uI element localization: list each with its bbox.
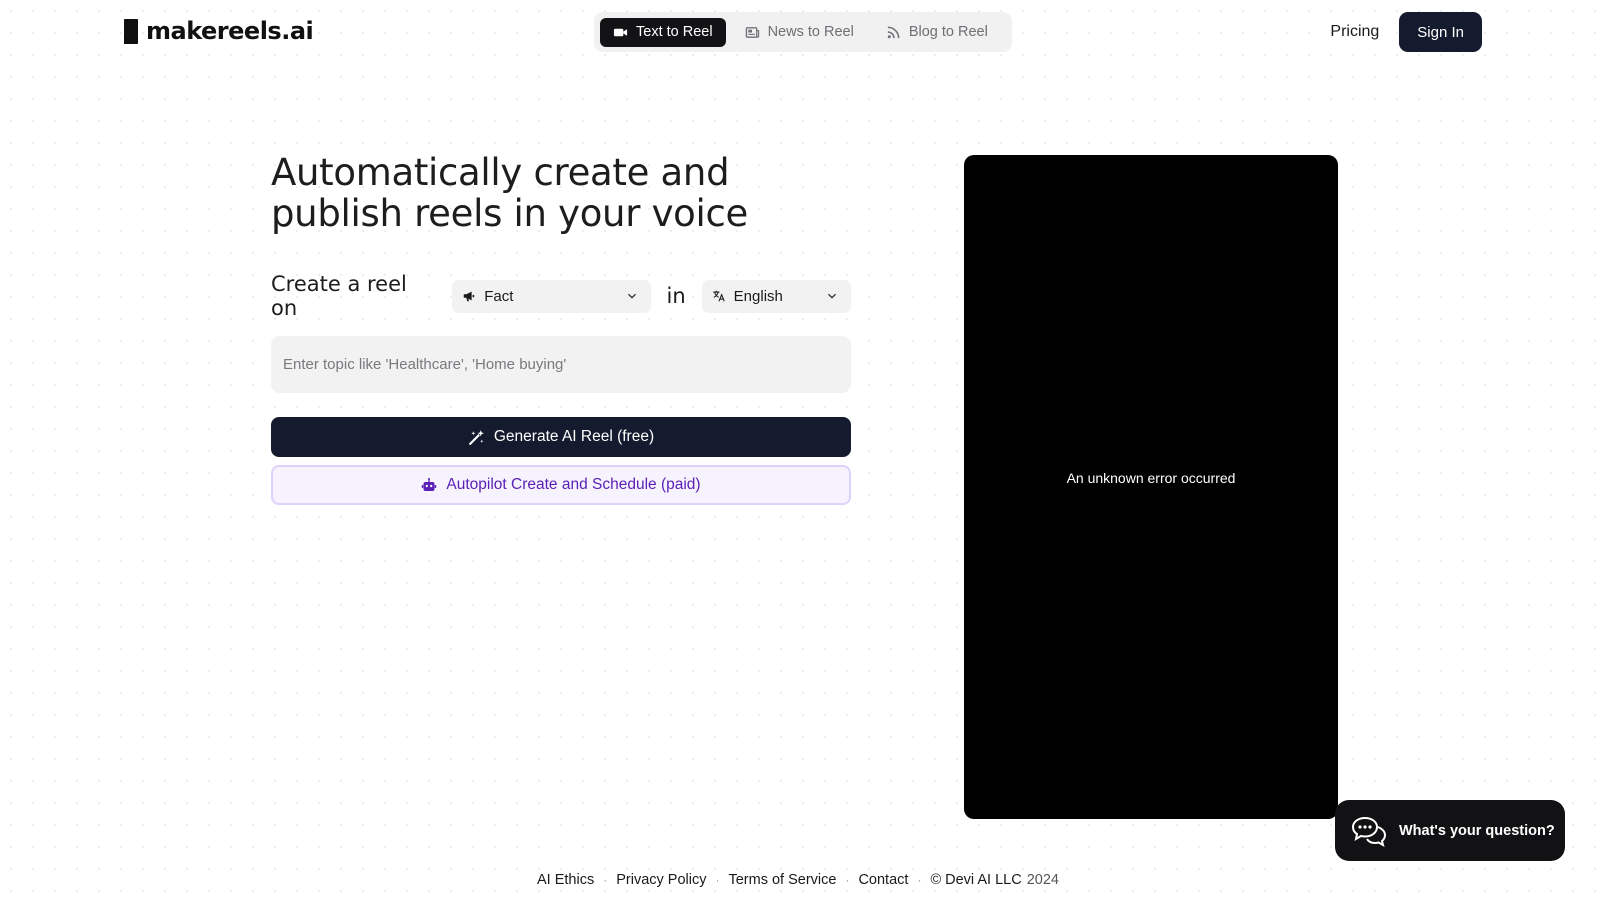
page-headline: Automatically create and publish reels i… — [271, 151, 748, 235]
footer-copyright: © Devi AI LLC — [930, 872, 1022, 888]
in-label: in — [666, 284, 686, 308]
footer-separator: · — [845, 873, 850, 887]
site-header: makereels.ai Text to Reel News to Reel B… — [0, 0, 1600, 64]
footer: AI Ethics · Privacy Policy · Terms of Se… — [537, 872, 1059, 888]
magic-wand-icon — [468, 429, 484, 445]
create-row: Create a reel on Fact in English — [271, 272, 851, 320]
chat-bubbles-icon — [1351, 816, 1387, 847]
tab-label: News to Reel — [767, 24, 854, 40]
megaphone-icon — [463, 291, 475, 302]
logo[interactable]: makereels.ai — [124, 17, 314, 45]
generate-reel-button[interactable]: Generate AI Reel (free) — [271, 417, 851, 457]
translate-icon — [712, 290, 725, 302]
logo-mark-icon — [124, 18, 138, 44]
footer-separator: · — [715, 873, 720, 887]
pricing-link[interactable]: Pricing — [1330, 23, 1379, 41]
footer-separator: · — [603, 873, 608, 887]
tab-blog-to-reel[interactable]: Blog to Reel — [873, 18, 1001, 47]
create-label: Create a reel on — [271, 272, 407, 320]
nav-right: Pricing Sign In — [1330, 12, 1482, 52]
tab-news-to-reel[interactable]: News to Reel — [732, 18, 867, 47]
footer-year: 2024 — [1026, 872, 1059, 888]
error-message: An unknown error occurred — [1066, 470, 1236, 486]
chevron-down-icon — [828, 293, 836, 299]
footer-link-ai-ethics[interactable]: AI Ethics — [537, 872, 594, 888]
language-value: English — [733, 287, 783, 305]
chat-widget[interactable]: What's your question? — [1335, 800, 1565, 861]
newspaper-icon — [745, 26, 759, 38]
video-camera-icon — [613, 28, 628, 36]
footer-link-contact[interactable]: Contact — [858, 872, 908, 888]
mode-tabs: Text to Reel News to Reel Blog to Reel — [594, 12, 1012, 52]
reel-type-value: Fact — [484, 287, 514, 305]
sign-in-button[interactable]: Sign In — [1399, 12, 1482, 52]
footer-link-terms[interactable]: Terms of Service — [728, 872, 836, 888]
topic-input[interactable] — [271, 336, 851, 393]
reel-type-select[interactable]: Fact — [452, 279, 651, 313]
reel-preview: An unknown error occurred — [964, 155, 1338, 819]
tab-label: Text to Reel — [636, 24, 713, 40]
tab-label: Blog to Reel — [908, 24, 988, 40]
language-select[interactable]: English — [701, 279, 851, 313]
footer-link-privacy[interactable]: Privacy Policy — [616, 872, 706, 888]
tab-text-to-reel[interactable]: Text to Reel — [600, 17, 726, 47]
footer-separator: · — [917, 873, 922, 887]
autopilot-button[interactable]: Autopilot Create and Schedule (paid) — [271, 465, 851, 505]
robot-icon — [422, 478, 437, 491]
chat-label: What's your question? — [1399, 822, 1555, 839]
chevron-down-icon — [627, 293, 636, 299]
logo-text: makereels.ai — [146, 17, 314, 45]
generate-label: Generate AI Reel (free) — [493, 428, 655, 445]
rss-icon — [887, 26, 900, 38]
autopilot-label: Autopilot Create and Schedule (paid) — [446, 476, 701, 493]
